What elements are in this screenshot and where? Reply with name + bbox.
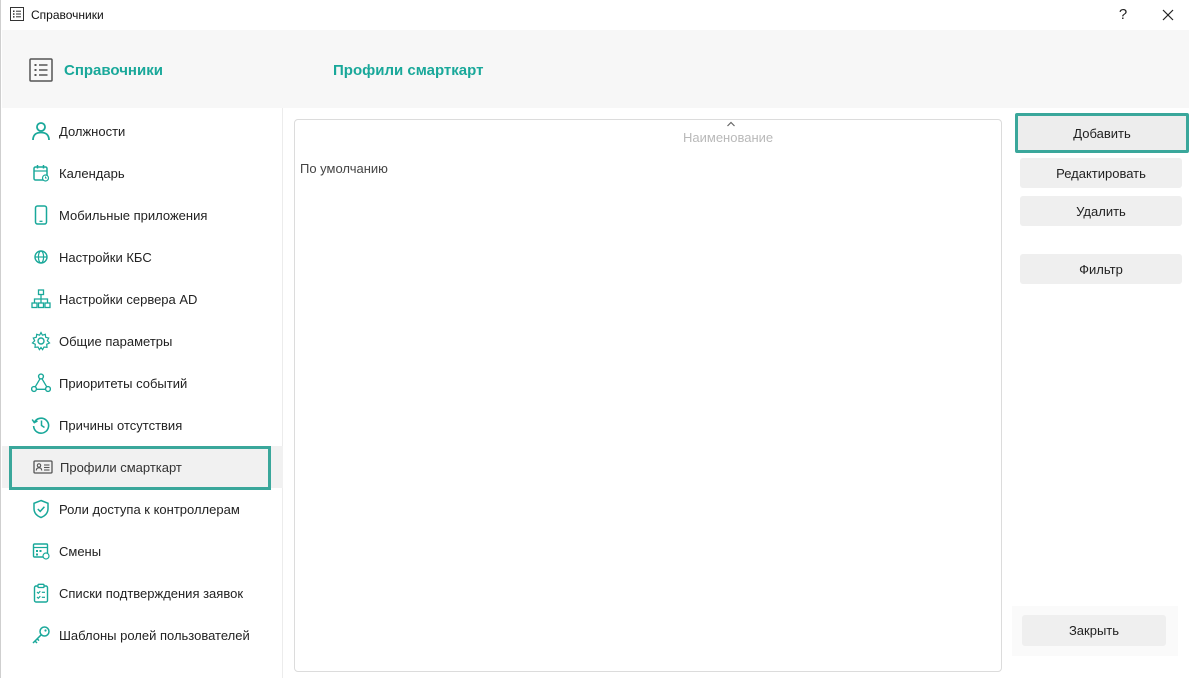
row-name-cell: По умолчанию bbox=[300, 161, 388, 176]
sidebar-item-label: Календарь bbox=[59, 166, 125, 181]
app-title: Справочники bbox=[64, 62, 163, 79]
sidebar-item-label: Настройки сервера AD bbox=[59, 292, 198, 307]
sidebar: Должности Календарь Мобильные приложения bbox=[2, 108, 283, 678]
sidebar-item-controller-access-roles[interactable]: Роли доступа к контроллерам bbox=[2, 488, 283, 530]
sidebar-item-label: Смены bbox=[59, 544, 102, 559]
sidebar-item-label: Приоритеты событий bbox=[59, 376, 188, 391]
key-icon bbox=[32, 626, 50, 644]
sidebar-item-label: Списки подтверждения заявок bbox=[59, 586, 244, 601]
edit-button[interactable]: Редактировать bbox=[1020, 158, 1182, 188]
sidebar-item-request-approval-lists[interactable]: Списки подтверждения заявок bbox=[2, 572, 283, 614]
close-button[interactable]: Закрыть bbox=[1022, 615, 1166, 646]
id-card-icon bbox=[33, 460, 53, 474]
title-bar: Справочники ? bbox=[1, 0, 1189, 30]
help-button[interactable]: ? bbox=[1113, 4, 1133, 26]
divider bbox=[1177, 560, 1189, 610]
sidebar-item-kbs-settings[interactable]: Настройки КБС bbox=[2, 236, 283, 278]
list-icon bbox=[10, 7, 24, 21]
sidebar-item-mobile-apps[interactable]: Мобильные приложения bbox=[2, 194, 283, 236]
window-title: Справочники bbox=[31, 8, 104, 22]
sidebar-item-ad-server-settings[interactable]: Настройки сервера AD bbox=[2, 278, 283, 320]
shift-calendar-icon bbox=[32, 543, 50, 560]
person-icon bbox=[32, 122, 50, 141]
gear-icon bbox=[31, 331, 51, 351]
sidebar-item-label: Шаблоны ролей пользователей bbox=[59, 628, 250, 643]
sidebar-item-positions[interactable]: Должности bbox=[2, 110, 283, 152]
sidebar-item-label: Мобильные приложения bbox=[59, 208, 208, 223]
sidebar-item-user-role-templates[interactable]: Шаблоны ролей пользователей bbox=[2, 614, 283, 656]
header: Справочники Профили смарткарт bbox=[2, 30, 1189, 108]
clipboard-check-icon bbox=[33, 583, 49, 603]
sidebar-item-smartcard-profiles[interactable]: Профили смарткарт bbox=[2, 446, 283, 490]
sidebar-item-shifts[interactable]: Смены bbox=[2, 530, 283, 572]
sidebar-item-label: Профили смарткарт bbox=[60, 460, 182, 475]
filter-button[interactable]: Фильтр bbox=[1020, 254, 1182, 284]
sidebar-item-calendar[interactable]: Календарь bbox=[2, 152, 283, 194]
history-icon bbox=[31, 417, 50, 434]
calendar-icon bbox=[33, 165, 50, 182]
sidebar-item-general-params[interactable]: Общие параметры bbox=[2, 320, 283, 362]
mobile-icon bbox=[34, 205, 48, 225]
smartcard-profiles-table[interactable]: Наименование По умолчанию bbox=[294, 119, 1002, 672]
dictionaries-window: Справочники ? Справочники Профили смартк… bbox=[0, 0, 1189, 678]
column-header-name[interactable]: Наименование bbox=[683, 130, 773, 145]
delete-button[interactable]: Удалить bbox=[1020, 196, 1182, 226]
network-icon bbox=[31, 289, 51, 309]
sidebar-item-label: Настройки КБС bbox=[59, 250, 152, 265]
sort-ascending-icon[interactable] bbox=[726, 120, 736, 128]
globe-icon bbox=[34, 250, 48, 264]
sidebar-item-event-priorities[interactable]: Приоритеты событий bbox=[2, 362, 283, 404]
sidebar-item-label: Общие параметры bbox=[59, 334, 173, 349]
add-button[interactable]: Добавить bbox=[1015, 113, 1189, 153]
page-title: Профили смарткарт bbox=[333, 62, 484, 79]
shield-check-icon bbox=[33, 499, 49, 519]
sidebar-item-label: Причины отсутствия bbox=[59, 418, 183, 433]
table-row[interactable]: По умолчанию bbox=[295, 158, 1001, 180]
sidebar-item-absence-reasons[interactable]: Причины отсутствия bbox=[2, 404, 283, 446]
sidebar-item-label: Должности bbox=[59, 124, 126, 139]
nodes-icon bbox=[31, 373, 51, 393]
close-window-icon[interactable] bbox=[1157, 4, 1179, 26]
list-icon bbox=[29, 58, 53, 82]
sidebar-item-label: Роли доступа к контроллерам bbox=[59, 502, 240, 517]
